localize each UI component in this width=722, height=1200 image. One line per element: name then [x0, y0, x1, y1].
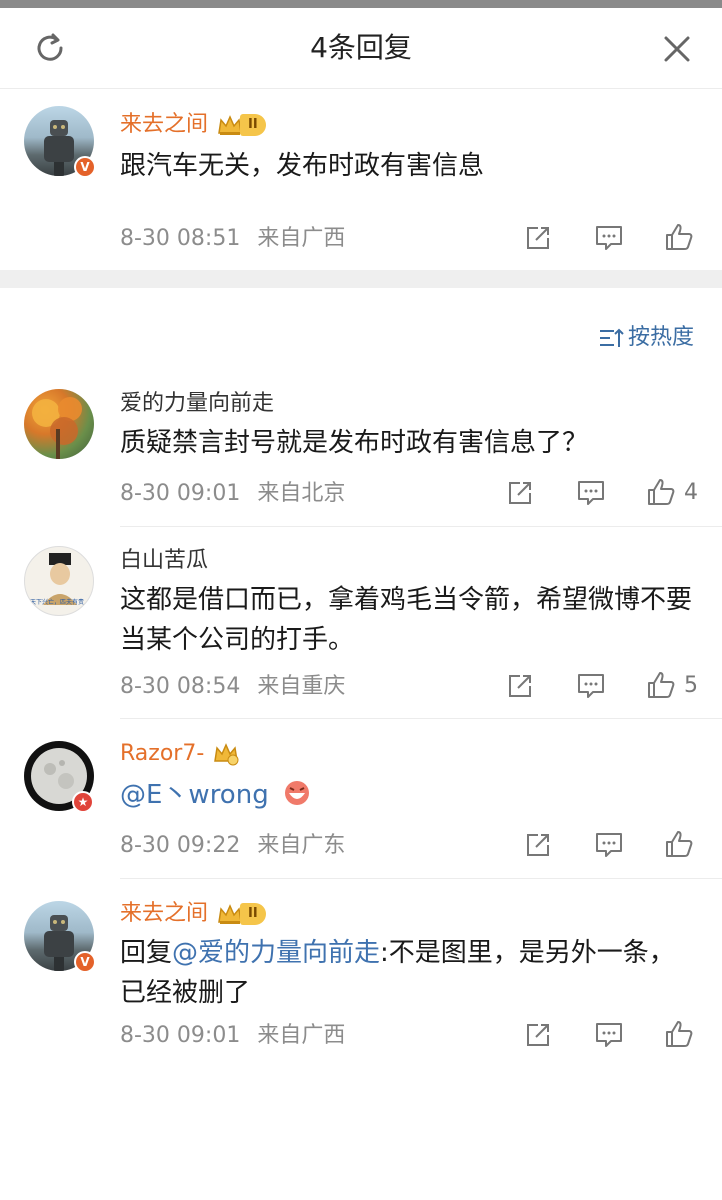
- comment-location: 来自广西: [257, 226, 346, 251]
- share-button[interactable]: [506, 672, 534, 700]
- member-crown-icon: II: [216, 902, 266, 926]
- reply-text: 这都是借口而已，拿着鸡毛当令箭，希望微博不要当某个公司的打手。: [120, 585, 693, 655]
- share-icon: [509, 482, 531, 504]
- reply-button[interactable]: [594, 1021, 624, 1049]
- avatar[interactable]: 天下兴亡，匹夫有责…: [24, 546, 94, 616]
- reply-author[interactable]: 来去之间 II: [120, 899, 266, 929]
- avatar-caption: 天下兴亡，匹夫有责…: [29, 599, 90, 606]
- divider: [120, 526, 722, 527]
- reply-item: 天下兴亡，匹夫有责… 白山苦瓜 这都是借口而已，拿着鸡毛当令箭，希望微博不要当某…: [0, 540, 722, 720]
- reply-location: 来自广西: [257, 1023, 346, 1048]
- reply-meta: 8-30 09:22 来自广东: [120, 831, 345, 861]
- reply-meta: 8-30 09:01 来自北京: [120, 479, 345, 509]
- status-strip: [0, 0, 722, 8]
- reply-button[interactable]: [576, 479, 606, 507]
- autumn-tree-avatar-image: [32, 397, 82, 459]
- like-button[interactable]: [664, 829, 694, 859]
- reply-button[interactable]: [594, 224, 624, 252]
- comment-author[interactable]: 来去之间 II: [120, 110, 266, 140]
- verified-badge-icon: V: [74, 951, 96, 973]
- reply-location: 来自重庆: [257, 674, 346, 699]
- share-icon: [527, 834, 549, 856]
- mention-link[interactable]: @E丶wrong: [120, 780, 269, 810]
- share-button[interactable]: [524, 831, 552, 859]
- reply-text: 质疑禁言封号就是发布时政有害信息了？: [120, 428, 589, 458]
- comment-icon: [596, 226, 622, 250]
- level-badge: II: [240, 903, 266, 925]
- reply-location: 来自北京: [257, 481, 346, 506]
- share-icon: [509, 675, 531, 697]
- member-crown-icon: [214, 743, 239, 766]
- comment-icon: [578, 674, 604, 698]
- reply-date: 8-30 09:22: [120, 833, 241, 858]
- comment-date: 8-30 08:51: [120, 226, 241, 251]
- reply-header: 4条回复: [0, 8, 722, 88]
- thumbs-up-icon: [648, 672, 675, 698]
- like-button[interactable]: 4: [646, 477, 698, 507]
- reply-item: 爱的力量向前走 质疑禁言封号就是发布时政有害信息了？ 8-30 09:01 来自…: [0, 385, 722, 525]
- share-button[interactable]: [524, 1021, 552, 1049]
- sort-icon: [600, 328, 624, 347]
- sort-button[interactable]: 按热度: [598, 323, 694, 353]
- close-icon: [664, 36, 690, 62]
- member-crown-icon: II: [216, 113, 266, 137]
- share-icon: [527, 227, 549, 249]
- comment-icon: [596, 833, 622, 857]
- thumbs-up-icon: [666, 1021, 693, 1047]
- section-divider: [0, 270, 722, 288]
- comment-meta: 8-30 08:51 来自广西: [120, 224, 345, 254]
- like-count: 4: [684, 479, 698, 505]
- like-button[interactable]: [664, 222, 694, 252]
- thumbs-up-icon: [666, 831, 693, 857]
- reply-date: 8-30 08:54: [120, 674, 241, 699]
- reply-button[interactable]: [576, 672, 606, 700]
- share-button[interactable]: [524, 224, 552, 252]
- reply-item: ★ Razor7- @E丶wrong 8-30 09:22 来自广东: [0, 735, 722, 875]
- reply-location: 来自广东: [257, 833, 346, 858]
- divider: [120, 878, 722, 879]
- reply-author[interactable]: 白山苦瓜: [120, 546, 208, 576]
- like-button[interactable]: [664, 1019, 694, 1049]
- page-title: 4条回复: [310, 31, 412, 64]
- share-icon: [527, 1024, 549, 1046]
- share-button[interactable]: [506, 479, 534, 507]
- mention-link[interactable]: @爱的力量向前走: [172, 938, 380, 968]
- reply-meta: 8-30 08:54 来自重庆: [120, 672, 345, 702]
- divider: [120, 718, 722, 719]
- header-divider: [0, 88, 722, 89]
- level-badge: II: [240, 114, 266, 136]
- member-badge-icon: ★: [72, 791, 94, 813]
- reply-button[interactable]: [594, 831, 624, 859]
- reply-author[interactable]: 爱的力量向前走: [120, 389, 274, 419]
- reply-date: 8-30 09:01: [120, 481, 241, 506]
- comment-icon: [596, 1023, 622, 1047]
- reply-text: @E丶wrong: [120, 775, 700, 815]
- thumbs-up-icon: [648, 479, 675, 505]
- verified-badge-icon: V: [74, 156, 96, 178]
- comment-text: 跟汽车无关，发布时政有害信息: [120, 151, 485, 181]
- reply-author[interactable]: Razor7-: [120, 739, 240, 769]
- reply-meta: 8-30 09:01 来自广西: [120, 1021, 345, 1051]
- like-button[interactable]: 5: [646, 670, 698, 700]
- thumbs-up-icon: [666, 224, 693, 250]
- like-count: 5: [684, 672, 698, 698]
- close-button[interactable]: [656, 28, 698, 70]
- comment-icon: [578, 481, 604, 505]
- reply-text: 回复@爱的力量向前走:不是图里，是另外一条，已经被删了: [120, 938, 675, 1008]
- laughing-emoji-icon: [284, 781, 309, 805]
- main-comment: V 来去之间 II 跟汽车无关，发布时政有害信息 8-30 08:51 来自广西: [0, 100, 722, 270]
- avatar[interactable]: [24, 389, 94, 459]
- reply-date: 8-30 09:01: [120, 1023, 241, 1048]
- reply-item: V 来去之间 II 回复@爱的力量向前走:不是图里，是另外一条，已经被删了 8-…: [0, 895, 722, 1075]
